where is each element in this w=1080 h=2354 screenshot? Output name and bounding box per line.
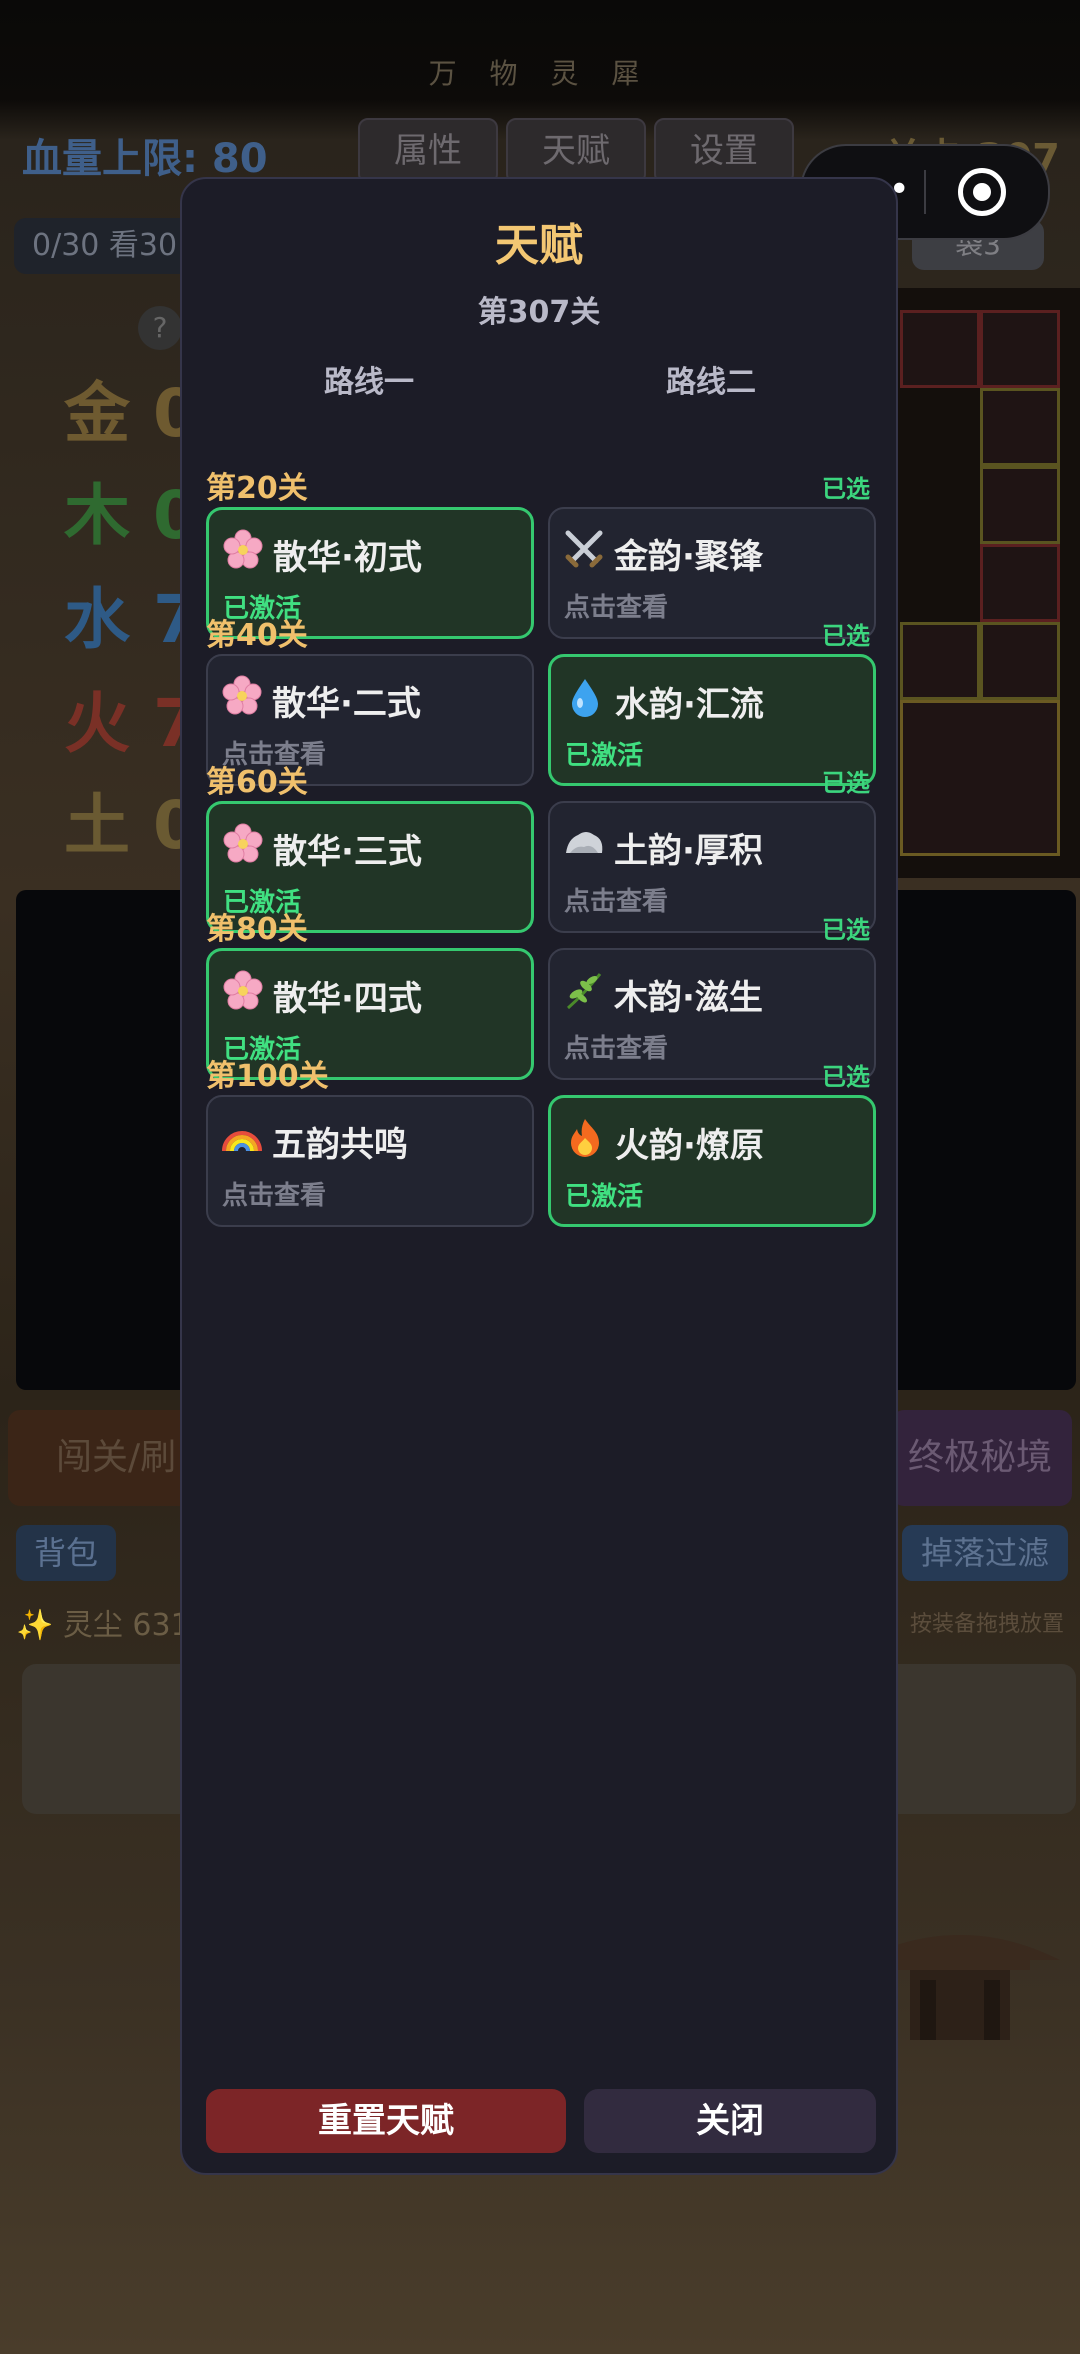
talent-name: 水韵·汇流 [615,685,764,725]
talent-status: 点击查看 [564,593,669,623]
ultimate-realm-button[interactable]: 终极秘境 [892,1410,1072,1506]
equip-slot[interactable] [980,622,1060,700]
hp-limit-label: 血量上限: 80 [22,136,268,182]
element-water: 水 7 [64,581,199,658]
cherry-blossom-icon [220,674,264,718]
droplet-icon [563,675,607,719]
rock-icon [562,821,606,865]
tier-chosen-badge: 已选 [822,1063,870,1091]
cherry-blossom-icon [221,822,265,866]
tier-label: 第20关 [206,471,308,506]
tier-label: 第100关 [206,1059,329,1094]
close-button[interactable]: 关闭 [584,2089,876,2153]
talent-modal: 天赋 第307关 路线一 路线二 第20关 已选 散华·初式 已激活 金韵·聚锋 点击查看… [180,177,898,2175]
element-fire: 火 7 [64,685,199,762]
tier-chosen-badge: 已选 [822,769,870,797]
element-earth: 土 0 [64,787,199,864]
tier-label: 第40关 [206,618,308,653]
cherry-blossom-icon [221,528,265,572]
modal-title: 天赋 [495,220,583,271]
capsule-divider [924,170,926,214]
help-icon[interactable]: ? [138,306,182,350]
equip-slot[interactable] [900,310,980,388]
talent-name: 木韵·滋生 [614,978,763,1018]
tier-chosen-badge: 已选 [822,916,870,944]
element-metal: 金 0 [64,375,199,452]
rainbow-icon [220,1115,264,1159]
talent-name: 散华·初式 [273,538,422,578]
equipment-grid [896,288,1080,878]
crossed-swords-icon [562,527,606,571]
tab-settings[interactable]: 设置 [654,118,794,184]
exit-target-icon[interactable] [958,168,1006,216]
challenge-button[interactable]: 闯关/刷 [8,1410,208,1506]
talent-name: 散华·四式 [273,979,422,1019]
talent-name: 五韵共鸣 [272,1125,408,1165]
cauldron-slot[interactable] [900,700,1060,856]
cherry-blossom-icon [221,969,265,1013]
equip-slot[interactable] [900,622,980,700]
talent-card-route-one[interactable]: 五韵共鸣点击查看 [206,1095,534,1227]
tab-attributes[interactable]: 属性 [358,118,498,184]
herb-icon [562,968,606,1012]
equip-slot[interactable] [980,388,1060,466]
equip-slot[interactable] [980,544,1060,622]
route-one-header: 路线一 [324,365,414,400]
tab-backpack[interactable]: 背包 [16,1525,116,1581]
talent-name: 土韵·厚积 [614,831,763,871]
game-title: 万 物 灵 犀 [428,57,652,90]
talent-status: 点击查看 [222,1181,327,1211]
talent-status: 点击查看 [564,1034,669,1064]
equip-slot[interactable] [980,310,1060,388]
reset-talent-button[interactable]: 重置天赋 [206,2089,566,2153]
route-two-header: 路线二 [666,365,756,400]
talent-name: 散华·三式 [273,832,422,872]
talent-card-route-two[interactable]: 火韵·燎原已激活 [548,1095,876,1227]
spirit-dust-counter: ✨ 灵尘 631 [16,1608,190,1643]
talent-name: 散华·二式 [272,684,421,724]
modal-stage-subtitle: 第307关 [477,295,601,330]
tier-chosen-badge: 已选 [822,622,870,650]
tier-label: 第60关 [206,765,308,800]
talent-status: 已激活 [565,741,644,771]
talent-name: 金韵·聚锋 [614,537,763,577]
equip-slot[interactable] [980,466,1060,544]
talent-status: 点击查看 [564,887,669,917]
talent-name: 火韵·燎原 [615,1126,764,1166]
fire-icon [563,1116,607,1160]
drag-hint: 按装备拖拽放置 [909,1612,1064,1637]
tier-label: 第80关 [206,912,308,947]
tab-talents[interactable]: 天赋 [506,118,646,184]
element-wood: 木 0 [64,477,199,554]
talent-status: 已激活 [565,1182,644,1212]
tier-chosen-badge: 已选 [822,475,870,503]
drop-filter-button[interactable]: 掉落过滤 [902,1525,1068,1581]
